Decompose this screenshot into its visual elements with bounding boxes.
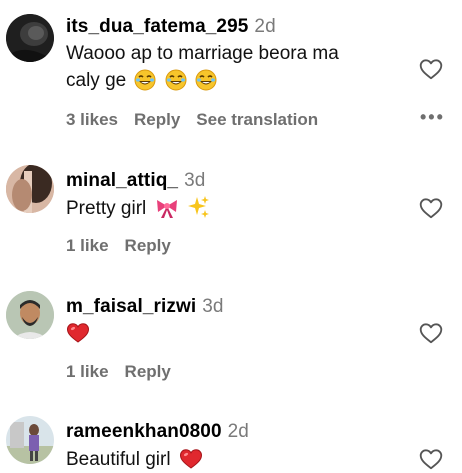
username[interactable]: m_faisal_rizwi 3d [66, 296, 224, 318]
like-heart-icon[interactable] [418, 56, 444, 82]
timestamp: 2d [227, 421, 249, 442]
like-heart-icon[interactable] [418, 320, 444, 346]
reply-button[interactable]: Reply [125, 236, 171, 255]
like-heart-icon[interactable] [418, 446, 444, 472]
timestamp: 3d [184, 170, 206, 191]
more-options-icon[interactable]: ••• [420, 107, 445, 128]
comment-actions: 1 like Reply [66, 362, 187, 382]
sparkles-emoji [187, 195, 211, 219]
laughing-emoji [134, 69, 156, 91]
see-translation-button[interactable]: See translation [196, 110, 318, 129]
reply-button[interactable]: Reply [134, 110, 180, 129]
avatar[interactable] [6, 14, 54, 62]
timestamp: 3d [202, 296, 224, 317]
red-heart-emoji [66, 322, 90, 344]
avatar[interactable] [6, 416, 54, 464]
reply-button[interactable]: Reply [125, 362, 171, 381]
comment-text: Pretty girl [66, 195, 396, 222]
laughing-emoji [165, 69, 187, 91]
username[interactable]: minal_attiq_ 3d [66, 170, 205, 192]
comment-text: Waooo ap to marriage beora ma caly ge [66, 43, 339, 91]
username[interactable]: rameenkhan0800 2d [66, 421, 249, 443]
avatar[interactable] [6, 165, 54, 213]
like-heart-icon[interactable] [418, 195, 444, 221]
comment-actions: 1 like Reply [66, 236, 187, 256]
ribbon-emoji [155, 197, 179, 219]
timestamp: 2d [254, 16, 276, 37]
avatar[interactable] [6, 291, 54, 339]
comment-text: Beautiful girl [66, 446, 396, 473]
likes-count[interactable]: 3 likes [66, 110, 118, 129]
laughing-emoji [195, 69, 217, 91]
likes-count[interactable]: 1 like [66, 236, 109, 255]
likes-count[interactable]: 1 like [66, 362, 109, 381]
comment-text [66, 320, 396, 347]
comment-actions: 3 likes Reply See translation ••• [66, 107, 443, 130]
red-heart-emoji [179, 448, 203, 470]
username[interactable]: its_dua_fatema_295 2d [66, 16, 276, 38]
